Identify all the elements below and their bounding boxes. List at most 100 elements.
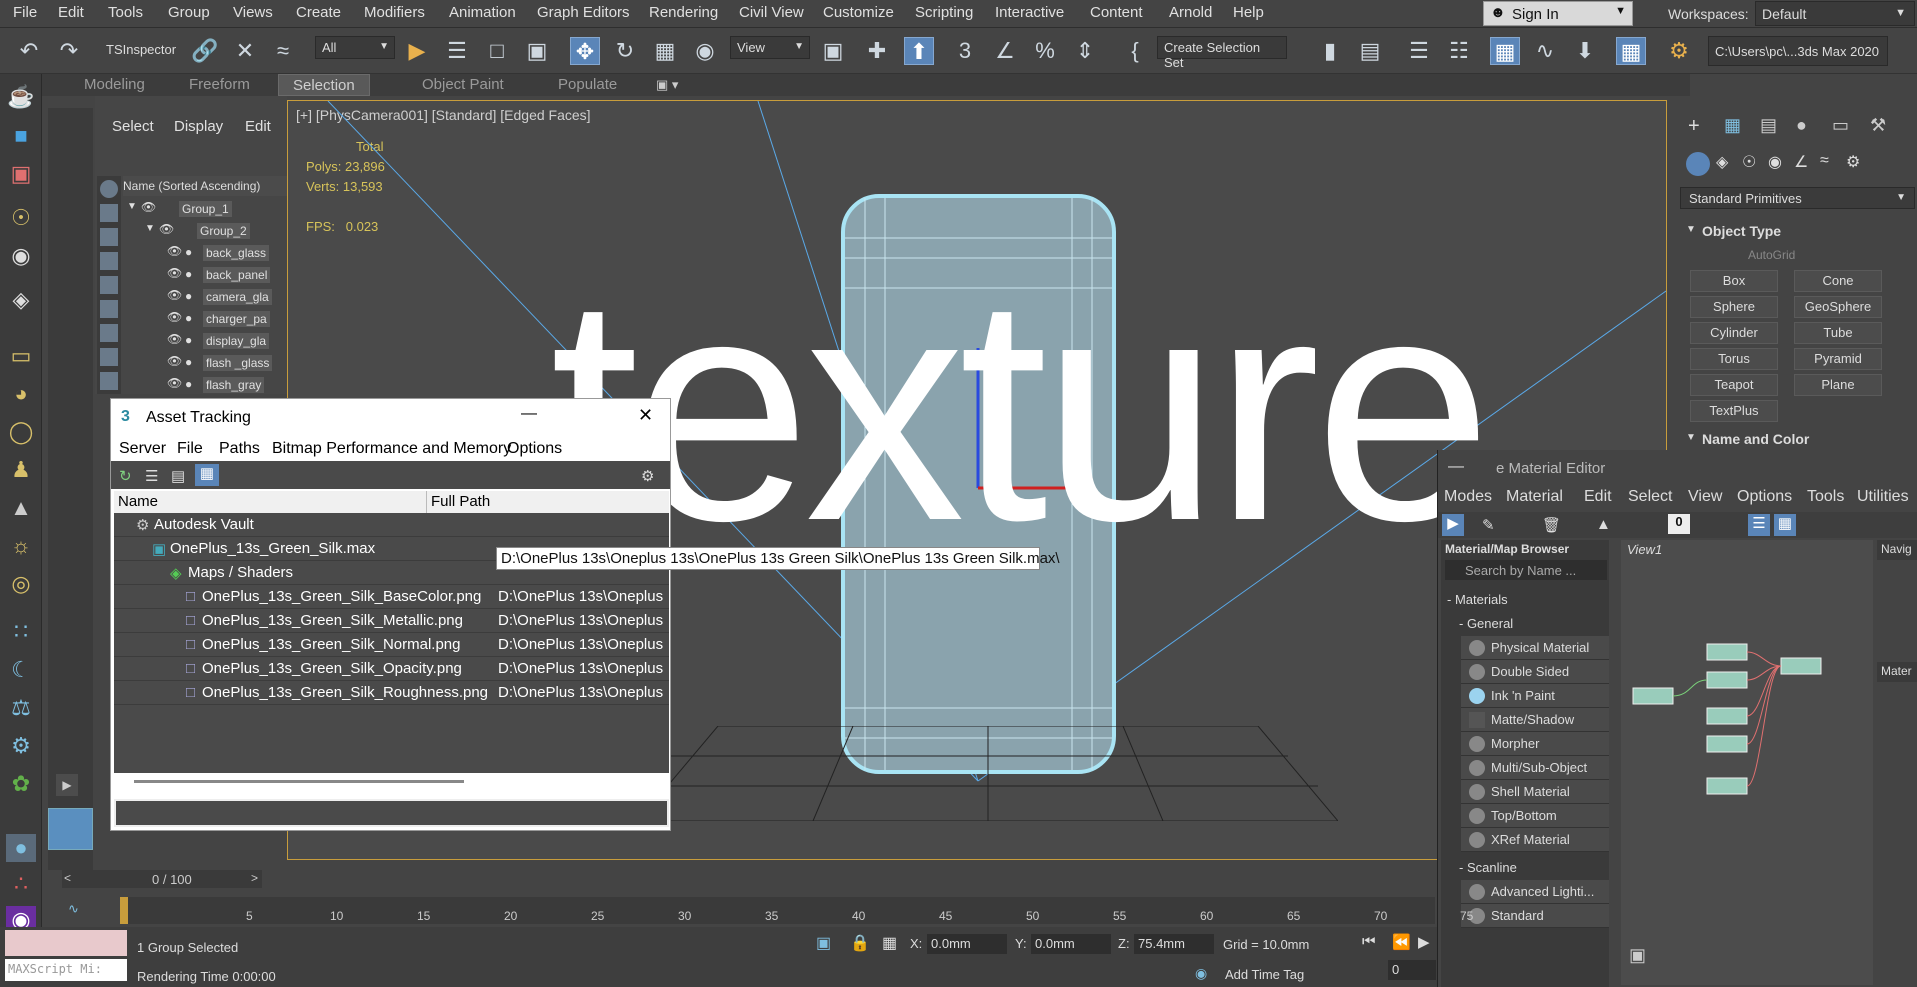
render-setup-icon[interactable]: ⚙ [1664,37,1694,65]
teapot-button[interactable]: Teapot [1690,374,1778,396]
filter-cameras-icon[interactable] [100,252,118,270]
asset-title-bar[interactable]: 3 Asset Tracking — ✕ [111,399,670,437]
table-row[interactable]: □ OnePlus_13s_Green_Silk_Opacity.png D:\On… [114,657,669,681]
tab-selection[interactable]: Selection [278,74,370,96]
filter-shapes-icon[interactable] [100,204,118,222]
play-icon[interactable]: ▶ [1418,933,1430,951]
select-object-icon[interactable]: ▶ [402,37,432,65]
assign-material-icon[interactable]: ▲ [1596,516,1611,533]
list-item[interactable]: Physical Material [1461,636,1609,660]
light-icon[interactable]: ■ [6,122,36,150]
cameras-icon[interactable]: ◉ [1768,152,1782,172]
chevron-right-icon[interactable]: > [251,871,258,885]
tree-row[interactable]: 👁 ● camera_gla [123,286,287,308]
molecule-icon[interactable]: ⚖ [6,694,36,722]
basket-icon[interactable]: ♟ [6,456,36,484]
percent-snap-icon[interactable]: % [1030,37,1060,65]
filter-helpers-icon[interactable] [100,276,118,294]
list-item[interactable]: Matte/Shadow [1461,708,1609,732]
expand-icon[interactable]: ▼ [127,201,137,212]
material-parameter-panel[interactable]: Mater [1877,662,1917,682]
shapes-icon[interactable]: ◈ [1716,152,1728,172]
tree-row[interactable]: ▼ 👁 Group_1 [123,198,287,220]
vault-icon[interactable]: ⚙ [641,467,654,485]
gear-icon[interactable]: ⚙ [6,732,36,760]
menu-views[interactable]: Views [233,4,273,21]
menu-rendering[interactable]: Rendering [649,4,718,21]
z-coordinate-field[interactable]: 75.4mm [1134,934,1214,954]
menu-arnold[interactable]: Arnold [1169,4,1212,21]
tree-row[interactable]: 👁 ● flash_gray [123,374,287,396]
table-row[interactable]: □ OnePlus_13s_Green_Silk_Roughness.png D:\… [114,681,669,705]
link-icon[interactable]: 🔗 [190,37,220,65]
mat-menu-modes[interactable]: Modes [1444,488,1492,506]
selection-filter-select[interactable]: All ▼ [315,36,395,59]
tab-populate[interactable]: Populate [544,74,631,96]
object-type-rollout[interactable]: ▼ Object Type [1680,220,1915,242]
select-tool-icon[interactable]: ▶ [1442,514,1464,536]
bulb-icon[interactable]: ☉ [6,204,36,232]
counter-field[interactable]: 0 [1668,514,1690,534]
geometry-icon[interactable] [1686,152,1710,176]
filter-lights-icon[interactable] [100,228,118,246]
hemisphere-icon[interactable]: ◕ [6,380,36,408]
menu-edit[interactable]: Edit [58,4,84,21]
list-item[interactable]: Multi/Sub-Object [1461,756,1609,780]
menu-file[interactable]: File [13,4,37,21]
camera-icon[interactable]: ◈ [6,286,36,314]
lights-icon[interactable]: ☉ [1742,152,1756,172]
play-toggle-icon[interactable]: ▶ [56,774,78,796]
material-search-input[interactable]: Search by Name ... [1445,560,1607,580]
menu-create[interactable]: Create [296,4,341,21]
space-warps-icon[interactable]: ≈ [1820,152,1829,170]
refresh-icon[interactable]: ↻ [119,467,132,485]
list-item[interactable]: Ink 'n Paint [1461,684,1609,708]
eye-icon[interactable]: 👁 [167,288,182,302]
eye-icon[interactable]: 👁 [167,310,182,324]
navigator-panel[interactable]: Navig [1877,540,1917,560]
filter-geometry-icon[interactable] [100,180,118,198]
delete-icon[interactable]: 🗑 [1542,516,1561,534]
expand-icon[interactable]: ▼ [145,223,155,234]
table-row[interactable]: □ OnePlus_13s_Green_Silk_Normal.png D:\One… [114,633,669,657]
align-icon[interactable]: ▤ [1355,37,1385,65]
create-tab-icon[interactable]: + [1688,115,1700,138]
thumbnail-icon[interactable]: ▤ [171,467,185,485]
table-row[interactable]: □ OnePlus_13s_Green_Silk_BaseColor.png D:\… [114,585,669,609]
menu-modifiers[interactable]: Modifiers [364,4,425,21]
eye-icon[interactable]: 👁 [167,376,182,390]
add-time-tag[interactable]: Add Time Tag [1225,967,1304,982]
mat-menu-options[interactable]: Options [1737,488,1792,506]
grid-objects-icon[interactable]: ∷ [6,618,36,646]
list-item[interactable]: Advanced Lighti... [1461,880,1609,904]
list-item[interactable]: Double Sided [1461,660,1609,684]
current-frame-field[interactable]: 0 [1388,960,1436,980]
plant-icon[interactable]: ✿ [6,770,36,798]
tree-row[interactable]: 👁 ● back_panel [123,264,287,286]
minimize-icon[interactable]: — [1448,458,1464,476]
mat-menu-edit[interactable]: Edit [1584,488,1612,506]
tree-row[interactable]: 👁 ● flash _glass [123,352,287,374]
keyboard-shortcut-override-icon[interactable]: ⬆ [904,37,934,65]
menu-help[interactable]: Help [1233,4,1264,21]
curve-editor-icon[interactable]: ∿ [1530,37,1560,65]
filter-spacewarps-icon[interactable] [100,300,118,318]
box-button[interactable]: Box [1690,270,1778,292]
filter-bones-icon[interactable] [100,372,118,390]
binoculars-icon[interactable]: ▣ [1629,945,1646,966]
menu-tools[interactable]: Tools [108,4,143,21]
scene-explorer-icon[interactable]: ☰ [1404,37,1434,65]
filter-groups-icon[interactable] [100,324,118,342]
material-editor-icon[interactable]: ▦ [1616,37,1646,65]
cylinder-button[interactable]: Cylinder [1690,322,1778,344]
spinner-snap-icon[interactable]: ⇕ [1070,37,1100,65]
primitive-category-select[interactable]: Standard Primitives ▼ [1680,187,1915,209]
filter-xrefs-icon[interactable] [100,348,118,366]
teapot-icon[interactable]: ☕ [6,83,36,111]
display-tab-icon[interactable]: ▭ [1832,115,1849,136]
utilities-tab-icon[interactable]: ⚒ [1870,115,1886,136]
placement-icon[interactable]: ◉ [690,37,720,65]
angle-snap-icon[interactable]: ∠ [990,37,1020,65]
eye-icon[interactable]: 👁 [167,244,182,258]
autogrid-checkbox[interactable]: AutoGrid [1748,248,1795,262]
